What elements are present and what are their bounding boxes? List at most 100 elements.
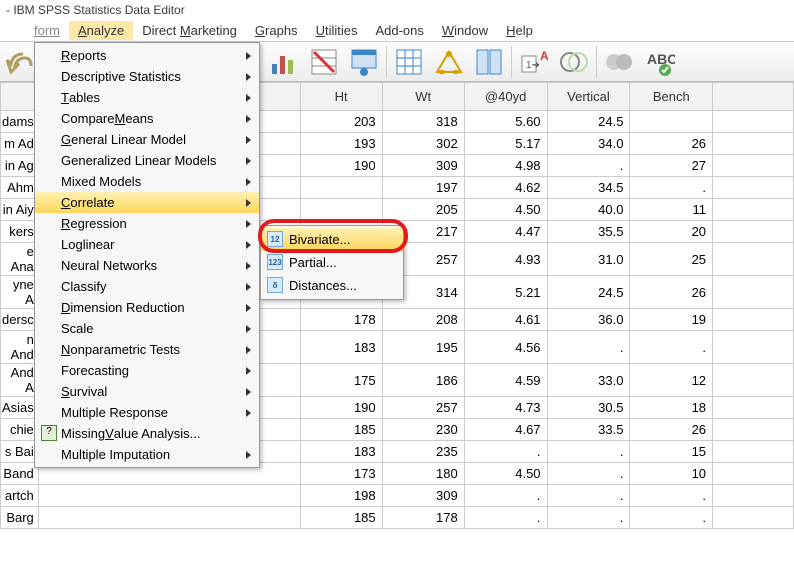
- cell[interactable]: [713, 199, 794, 221]
- cell[interactable]: .: [547, 441, 630, 463]
- menu-bar[interactable]: form AnalyzeDirect MarketingGraphsUtilit…: [0, 20, 794, 42]
- cell[interactable]: 26: [630, 276, 713, 309]
- cell[interactable]: [713, 177, 794, 199]
- cell[interactable]: 33.0: [547, 364, 630, 397]
- cell[interactable]: 15: [630, 441, 713, 463]
- cell[interactable]: [713, 397, 794, 419]
- toolbar-variables-cases-icon[interactable]: [344, 46, 384, 78]
- col-header-@40yd[interactable]: @40yd: [464, 83, 547, 111]
- menu-direct-marketing[interactable]: Direct Marketing: [133, 21, 246, 40]
- analyze-reports[interactable]: Reports: [35, 45, 259, 66]
- cell[interactable]: .: [547, 463, 630, 485]
- cell[interactable]: 30.5: [547, 397, 630, 419]
- cell[interactable]: 4.62: [464, 177, 547, 199]
- cell[interactable]: 302: [382, 133, 464, 155]
- cell[interactable]: [713, 221, 794, 243]
- analyze-scale[interactable]: Scale: [35, 318, 259, 339]
- cell[interactable]: 20: [630, 221, 713, 243]
- analyze-missing-value-analysis-[interactable]: Missing Value Analysis...?: [35, 423, 259, 444]
- cell[interactable]: [713, 507, 794, 529]
- menu-graphs[interactable]: Graphs: [246, 21, 307, 40]
- cell[interactable]: 25: [630, 243, 713, 276]
- cell[interactable]: 173: [300, 463, 382, 485]
- cell[interactable]: [713, 463, 794, 485]
- cell[interactable]: 235: [382, 441, 464, 463]
- correlate-partial-[interactable]: Partial...123: [261, 251, 403, 274]
- cell[interactable]: 27: [630, 155, 713, 177]
- cell[interactable]: 33.5: [547, 419, 630, 441]
- cell[interactable]: [713, 133, 794, 155]
- col-header-blank7[interactable]: [713, 83, 794, 111]
- toolbar-unk-icon[interactable]: [599, 46, 639, 78]
- cell[interactable]: 208: [382, 309, 464, 331]
- col-header-Ht[interactable]: Ht: [300, 83, 382, 111]
- cell[interactable]: 4.98: [464, 155, 547, 177]
- cell[interactable]: 40.0: [547, 199, 630, 221]
- cell[interactable]: .: [547, 485, 630, 507]
- cell[interactable]: 257: [382, 397, 464, 419]
- menu-window[interactable]: Window: [433, 21, 497, 40]
- cell[interactable]: 4.73: [464, 397, 547, 419]
- toolbar-pivot-icon[interactable]: [389, 46, 429, 78]
- analyze-forecasting[interactable]: Forecasting: [35, 360, 259, 381]
- cell[interactable]: 178: [300, 309, 382, 331]
- toolbar-undo-icon[interactable]: [4, 46, 38, 78]
- cell[interactable]: [713, 276, 794, 309]
- cell[interactable]: 309: [382, 155, 464, 177]
- cell[interactable]: 318: [382, 111, 464, 133]
- toolbar-split-icon[interactable]: [469, 46, 509, 78]
- cell[interactable]: 175: [300, 364, 382, 397]
- cell[interactable]: 193: [300, 133, 382, 155]
- cell[interactable]: 4.59: [464, 364, 547, 397]
- table-row[interactable]: artch198309...: [1, 485, 794, 507]
- cell[interactable]: 5.17: [464, 133, 547, 155]
- analyze-menu[interactable]: ReportsDescriptive StatisticsTablesCompa…: [34, 42, 260, 468]
- cell[interactable]: [300, 177, 382, 199]
- cell[interactable]: 195: [382, 331, 464, 364]
- cell[interactable]: 12: [630, 364, 713, 397]
- cell[interactable]: 24.5: [547, 276, 630, 309]
- cell[interactable]: 24.5: [547, 111, 630, 133]
- cell[interactable]: 31.0: [547, 243, 630, 276]
- col-header-Bench[interactable]: Bench: [630, 83, 713, 111]
- cell[interactable]: 186: [382, 364, 464, 397]
- analyze-correlate[interactable]: Correlate: [35, 192, 259, 213]
- cell[interactable]: 180: [382, 463, 464, 485]
- menu-add-ons[interactable]: Add-ons: [366, 21, 432, 40]
- cell[interactable]: [713, 485, 794, 507]
- analyze-tables[interactable]: Tables: [35, 87, 259, 108]
- cell[interactable]: 4.50: [464, 463, 547, 485]
- cell[interactable]: 5.60: [464, 111, 547, 133]
- cell[interactable]: 230: [382, 419, 464, 441]
- cell[interactable]: [713, 155, 794, 177]
- cell[interactable]: 4.61: [464, 309, 547, 331]
- cell[interactable]: [713, 309, 794, 331]
- analyze-mixed-models[interactable]: Mixed Models: [35, 171, 259, 192]
- col-header-blank0[interactable]: [1, 83, 39, 111]
- cell[interactable]: [713, 243, 794, 276]
- toolbar-chart-icon[interactable]: [264, 46, 304, 78]
- cell[interactable]: 198: [300, 485, 382, 507]
- table-row[interactable]: Barg185178...: [1, 507, 794, 529]
- cell[interactable]: .: [547, 155, 630, 177]
- correlate-distances-[interactable]: Distances...δ: [261, 274, 403, 297]
- cell[interactable]: 4.50: [464, 199, 547, 221]
- analyze-general-linear-model[interactable]: General Linear Model: [35, 129, 259, 150]
- cell[interactable]: [38, 485, 300, 507]
- col-header-Wt[interactable]: Wt: [382, 83, 464, 111]
- menu-analyze[interactable]: Analyze: [69, 21, 133, 40]
- cell[interactable]: 36.0: [547, 309, 630, 331]
- cell[interactable]: 190: [300, 397, 382, 419]
- analyze-descriptive-statistics[interactable]: Descriptive Statistics: [35, 66, 259, 87]
- cell[interactable]: 5.21: [464, 276, 547, 309]
- analyze-multiple-imputation[interactable]: Multiple Imputation: [35, 444, 259, 465]
- cell[interactable]: [713, 331, 794, 364]
- cell[interactable]: 203: [300, 111, 382, 133]
- cell[interactable]: .: [630, 177, 713, 199]
- cell[interactable]: 205: [382, 199, 464, 221]
- analyze-neural-networks[interactable]: Neural Networks: [35, 255, 259, 276]
- cell[interactable]: [713, 419, 794, 441]
- cell[interactable]: .: [464, 485, 547, 507]
- toolbar-select-cases-icon[interactable]: [304, 46, 344, 78]
- cell[interactable]: 26: [630, 419, 713, 441]
